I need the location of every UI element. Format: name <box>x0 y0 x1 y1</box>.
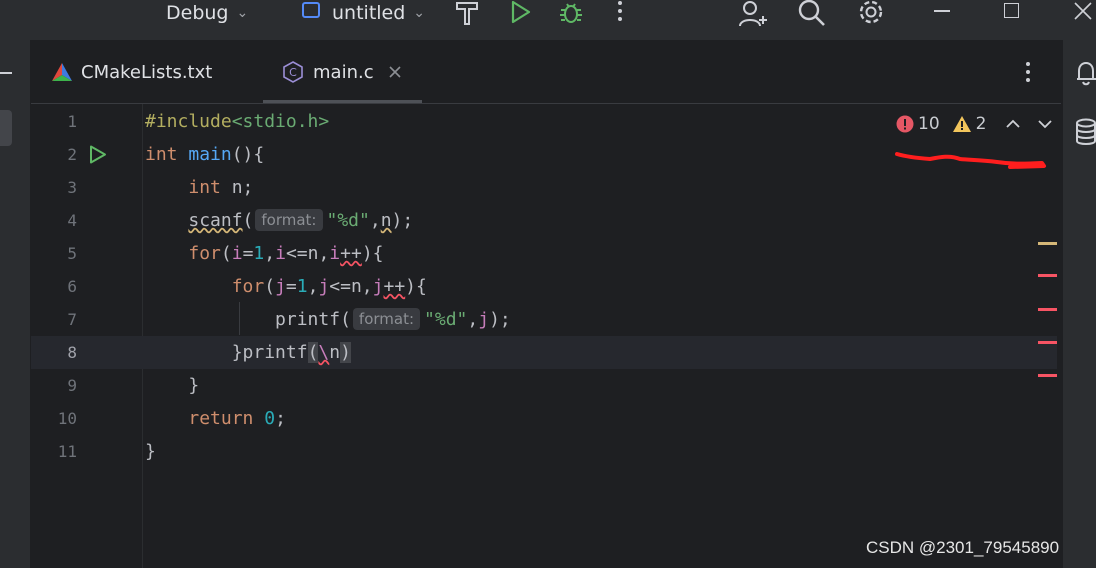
window-icon <box>302 2 320 18</box>
tab-cmakelists[interactable]: CMakeLists.txt <box>51 41 212 103</box>
warning-stripe-marker[interactable] <box>1038 242 1057 245</box>
line-number: 7 <box>67 310 77 329</box>
database-icon[interactable] <box>1075 118 1096 146</box>
main-toolbar: Debug ⌄ untitled ⌄ <box>0 0 1096 40</box>
line-number: 1 <box>67 112 77 131</box>
chevron-down-icon[interactable] <box>1038 119 1053 129</box>
error-icon <box>896 115 914 133</box>
code-line: 3 int n; <box>31 171 1057 204</box>
cmake-triangle-icon <box>52 63 72 81</box>
code-line: 9 } <box>31 369 1057 402</box>
inspection-widget[interactable]: 10 2 <box>896 113 1053 135</box>
error-stripe-marker[interactable] <box>1038 374 1057 377</box>
right-tool-window-strip <box>1062 40 1096 568</box>
warning-icon <box>952 116 971 132</box>
chevron-up-icon[interactable] <box>1006 119 1021 129</box>
line-number: 2 <box>67 145 77 164</box>
project-label: untitled <box>332 2 406 24</box>
collapse-icon[interactable] <box>0 72 12 74</box>
chevron-down-icon: ⌄ <box>236 5 249 21</box>
editor-tab-bar: CMakeLists.txt C main.c <box>31 41 1061 104</box>
code-line: 10 return 0; <box>31 402 1057 435</box>
error-stripe-marker[interactable] <box>1038 341 1057 344</box>
run-config-selector[interactable]: Debug ⌄ <box>166 0 248 26</box>
project-tool-button[interactable] <box>0 110 12 146</box>
c-file-icon: C <box>283 61 303 83</box>
line-number: 8 <box>67 343 77 362</box>
chevron-down-icon: ⌄ <box>413 5 426 21</box>
error-stripe-marker[interactable] <box>1038 274 1057 277</box>
search-icon[interactable] <box>798 0 826 28</box>
line-number: 3 <box>67 178 77 197</box>
line-number: 9 <box>67 376 77 395</box>
line-number: 5 <box>67 244 77 263</box>
line-number: 11 <box>57 442 77 461</box>
minimize-icon[interactable] <box>934 10 950 12</box>
more-vertical-icon[interactable] <box>614 0 626 24</box>
code-line: 11 } <box>31 435 1057 468</box>
tab-label: main.c <box>313 61 374 83</box>
add-user-icon[interactable] <box>738 0 768 28</box>
error-stripe-marker[interactable] <box>1038 308 1057 311</box>
maximize-icon[interactable] <box>1004 3 1019 18</box>
code-line: 7 printf(format: "%d",j); <box>31 303 1057 336</box>
build-hammer-icon[interactable] <box>454 0 480 26</box>
code-line-current: 8 }printf(\n) <box>31 336 1057 369</box>
parameter-hint: format: <box>352 308 421 330</box>
code-line: 5 for(i=1,i<=n,i++){ <box>31 237 1057 270</box>
close-window-icon[interactable] <box>1074 2 1092 20</box>
tab-main-c[interactable]: C main.c <box>263 41 422 103</box>
left-tool-window-strip <box>0 40 31 568</box>
more-tabs-icon[interactable] <box>1024 61 1032 83</box>
debug-bug-icon[interactable] <box>558 0 584 26</box>
red-underline-annotation <box>895 152 1046 169</box>
warning-count: 2 <box>975 114 987 134</box>
project-selector[interactable]: untitled ⌄ <box>302 0 425 26</box>
run-config-label: Debug <box>166 2 229 24</box>
close-tab-icon[interactable] <box>388 65 402 79</box>
settings-gear-icon[interactable] <box>857 0 885 28</box>
run-gutter-icon[interactable] <box>89 145 107 164</box>
notifications-bell-icon[interactable] <box>1075 60 1096 86</box>
line-number: 6 <box>67 277 77 296</box>
line-number: 10 <box>57 409 77 428</box>
tab-label: CMakeLists.txt <box>81 61 213 83</box>
code-line: 6 for(j=1,j<=n,j++){ <box>31 270 1057 303</box>
watermark-text: CSDN @2301_79545890 <box>866 538 1060 557</box>
parameter-hint: format: <box>255 209 323 231</box>
code-line: 4 scanf(format: "%d",n); <box>31 204 1057 237</box>
run-icon[interactable] <box>508 0 532 24</box>
error-count: 10 <box>918 114 940 134</box>
line-number: 4 <box>67 211 77 230</box>
